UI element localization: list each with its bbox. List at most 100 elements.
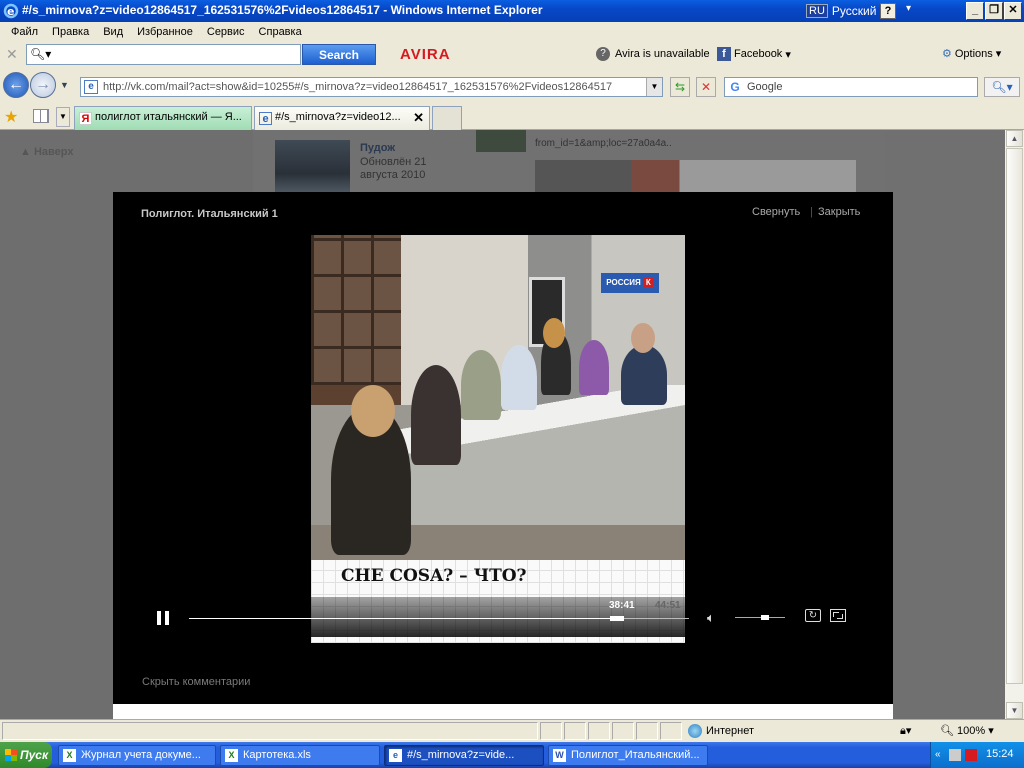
facebook-button[interactable]: f Facebook ▾ (717, 47, 791, 61)
window-title: #/s_mirnova?z=video12864517_162531576%2F… (22, 3, 543, 17)
total-time: 44:51 (655, 600, 681, 611)
facebook-label: Facebook (734, 48, 783, 60)
language-options-icon[interactable]: ▾ (906, 3, 918, 19)
back-button[interactable]: ← (3, 72, 29, 98)
svg-text:e: e (7, 5, 14, 18)
toolbar-search-input[interactable]: 🔍︎▾ (26, 44, 301, 65)
back-to-top-label: Наверх (33, 146, 74, 158)
help-icon[interactable]: ? (880, 3, 896, 19)
refresh-button[interactable]: ⇆ (670, 77, 690, 97)
new-tab-button[interactable] (432, 106, 462, 130)
yandex-icon: Я (79, 112, 92, 125)
page-icon: e (84, 80, 98, 94)
tab-list-dropdown-icon[interactable]: ▼ (56, 107, 70, 127)
player-controls: 38:41 44:51 🔈︎ ↻ (141, 597, 865, 637)
menu-bar: Файл Правка Вид Избранное Сервис Справка (0, 22, 1024, 41)
group-thumbnail[interactable] (275, 140, 350, 196)
address-dropdown-icon[interactable]: ▼ (646, 78, 662, 96)
menu-tools[interactable]: Сервис (200, 26, 252, 38)
avira-logo[interactable]: AVIRA (400, 46, 451, 63)
security-zone[interactable]: Интернет (688, 724, 754, 738)
video-frame-person (411, 365, 461, 465)
scroll-down-icon[interactable]: ▼ (1006, 702, 1023, 719)
maximize-button[interactable]: ❐ (985, 2, 1003, 20)
progress-track[interactable] (189, 616, 689, 621)
tab-vk-video[interactable]: e #/s_mirnova?z=video12... ✕ (254, 106, 430, 130)
scroll-up-icon[interactable]: ▲ (1006, 130, 1023, 147)
feed-title[interactable]: Пудож (360, 142, 395, 154)
vertical-scrollbar[interactable]: ▲ ▼ (1005, 130, 1024, 719)
chevron-down-icon: ▾ (785, 48, 791, 61)
address-url: http://vk.com/mail?act=show&id=10255#/s_… (103, 81, 613, 93)
history-dropdown-icon[interactable]: ▼ (60, 80, 69, 90)
video-frame-person (501, 345, 537, 410)
taskbar-item-ie[interactable]: e #/s_mirnova?z=vide... (384, 745, 544, 766)
options-button[interactable]: ⚙ Options ▾ (942, 47, 1002, 61)
start-button[interactable]: Пуск (0, 742, 52, 768)
avira-tray-icon[interactable] (965, 749, 977, 761)
taskbar-item-journal[interactable]: X Журнал учета докуме... (58, 745, 216, 766)
gear-icon: ⚙ (942, 48, 952, 60)
taskbar: Пуск X Журнал учета докуме... X Картотека.… (0, 742, 1024, 768)
taskbar-item-word[interactable]: W Полиглот_Итальянский... (548, 745, 708, 766)
progress-handle[interactable] (609, 616, 624, 621)
back-to-top-link[interactable]: ▲ Наверх (20, 146, 73, 158)
taskbar-item-kartoteka[interactable]: X Картотека.xls (220, 745, 380, 766)
status-pane (564, 722, 586, 740)
post-image[interactable] (535, 160, 856, 192)
collapse-link[interactable]: Свернуть (752, 206, 800, 218)
loop-icon[interactable]: ↻ (805, 609, 821, 622)
clock[interactable]: 15:24 (986, 748, 1014, 760)
avira-status[interactable]: ? Avira is unavailable (596, 47, 710, 61)
google-search-button[interactable]: 🔍︎▾ (984, 77, 1020, 97)
video-frame-person (351, 385, 395, 437)
stop-button[interactable]: ✕ (696, 77, 716, 97)
video-player[interactable]: РОССИЯ К CHE COSA? – ЧТО? (311, 235, 685, 643)
volume-handle[interactable] (761, 615, 769, 620)
forward-button[interactable]: → (30, 72, 56, 98)
google-search-placeholder: Google (747, 81, 783, 93)
tray-expand-icon[interactable]: « (935, 749, 947, 761)
menu-help[interactable]: Справка (252, 26, 309, 38)
address-bar[interactable]: e http://vk.com/mail?act=show&id=10255#/… (80, 77, 663, 97)
close-window-button[interactable]: ✕ (1004, 2, 1022, 20)
scroll-thumb[interactable] (1006, 148, 1023, 684)
search-button[interactable]: Search (302, 44, 376, 65)
tab-bar: ★ ▼ Яполиглот итальянский — Я... e #/s_mi… (0, 102, 1024, 130)
word-icon: W (553, 749, 566, 762)
close-tab-icon[interactable]: ✕ (413, 110, 424, 126)
video-frame-person (543, 318, 565, 348)
volume-icon[interactable]: 🔈︎ (707, 610, 715, 626)
search-icon: 🔍︎▾ (30, 47, 52, 61)
zoom-control[interactable]: 🔍︎ 100% ▾ (940, 724, 994, 737)
feed-updated: Обновлён 21 августа 2010 (360, 156, 427, 181)
menu-file[interactable]: Файл (4, 26, 45, 38)
pause-button[interactable] (157, 611, 169, 625)
volume-slider[interactable] (735, 615, 785, 620)
protected-mode-icon[interactable]: 🔒︎▾ (900, 724, 911, 738)
chevron-down-icon: ▾ (995, 48, 1002, 60)
close-video-link[interactable]: Закрыть (818, 206, 860, 218)
favorites-star-icon[interactable]: ★ (4, 107, 18, 127)
google-search-input[interactable]: G Google (724, 77, 978, 97)
hide-comments-link[interactable]: Скрыть комментарии (142, 676, 250, 688)
avatar[interactable] (476, 130, 526, 152)
video-frame-person (621, 345, 667, 405)
minimize-button[interactable]: _ (966, 2, 984, 20)
menu-edit[interactable]: Правка (45, 26, 96, 38)
facebook-icon: f (717, 47, 731, 61)
language-indicator[interactable]: RU Русский (806, 2, 876, 20)
network-icon[interactable] (949, 749, 961, 761)
menu-view[interactable]: Вид (96, 26, 130, 38)
status-pane (588, 722, 610, 740)
fullscreen-icon[interactable] (830, 609, 846, 622)
current-time: 38:41 (609, 600, 635, 611)
menu-favorites[interactable]: Избранное (130, 26, 200, 38)
question-icon: ? (596, 47, 610, 61)
close-toolbar-icon[interactable]: ✕ (6, 46, 18, 63)
tab-yandex[interactable]: Яполиглот итальянский — Я... (74, 106, 252, 130)
language-name: Русский (831, 4, 877, 18)
avira-brand-text: AVIRA (400, 46, 451, 63)
zoom-level: 100% (957, 725, 986, 737)
quick-tabs-icon[interactable] (33, 109, 49, 123)
